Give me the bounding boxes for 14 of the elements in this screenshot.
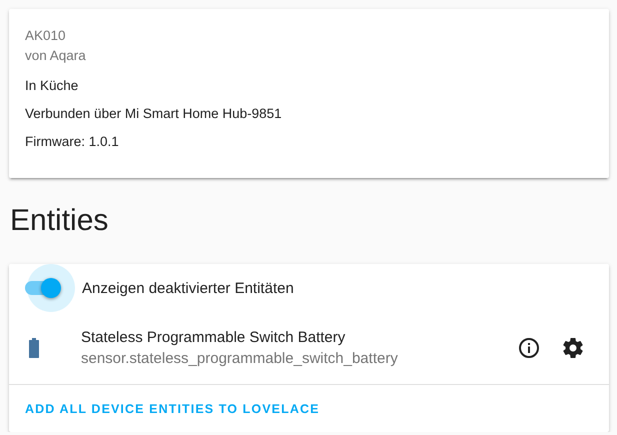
entity-name: Stateless Programmable Switch Battery [81,329,346,346]
device-model: AK010 [25,27,67,45]
toggle-label: Anzeigen deaktivierter Entitäten [82,280,294,296]
toggle-switch[interactable] [25,264,75,312]
device-area: In Küche [25,76,593,96]
section-heading: Entities [9,203,110,239]
info-icon [517,336,541,360]
settings-icon [561,336,585,360]
device-connection: Verbunden über Mi Smart Home Hub-9851 [25,105,283,123]
entity-id: sensor.stateless_programmable_switch_battery [81,350,399,367]
device-firmware: Firmware: 1.0.1 [25,133,120,151]
entity-row[interactable]: Stateless Programmable Switch Battery sensor.stateless_programmable_switch_battery [9,312,609,384]
device-manufacturer: von Aqara [25,47,87,65]
battery-icon [29,338,39,358]
